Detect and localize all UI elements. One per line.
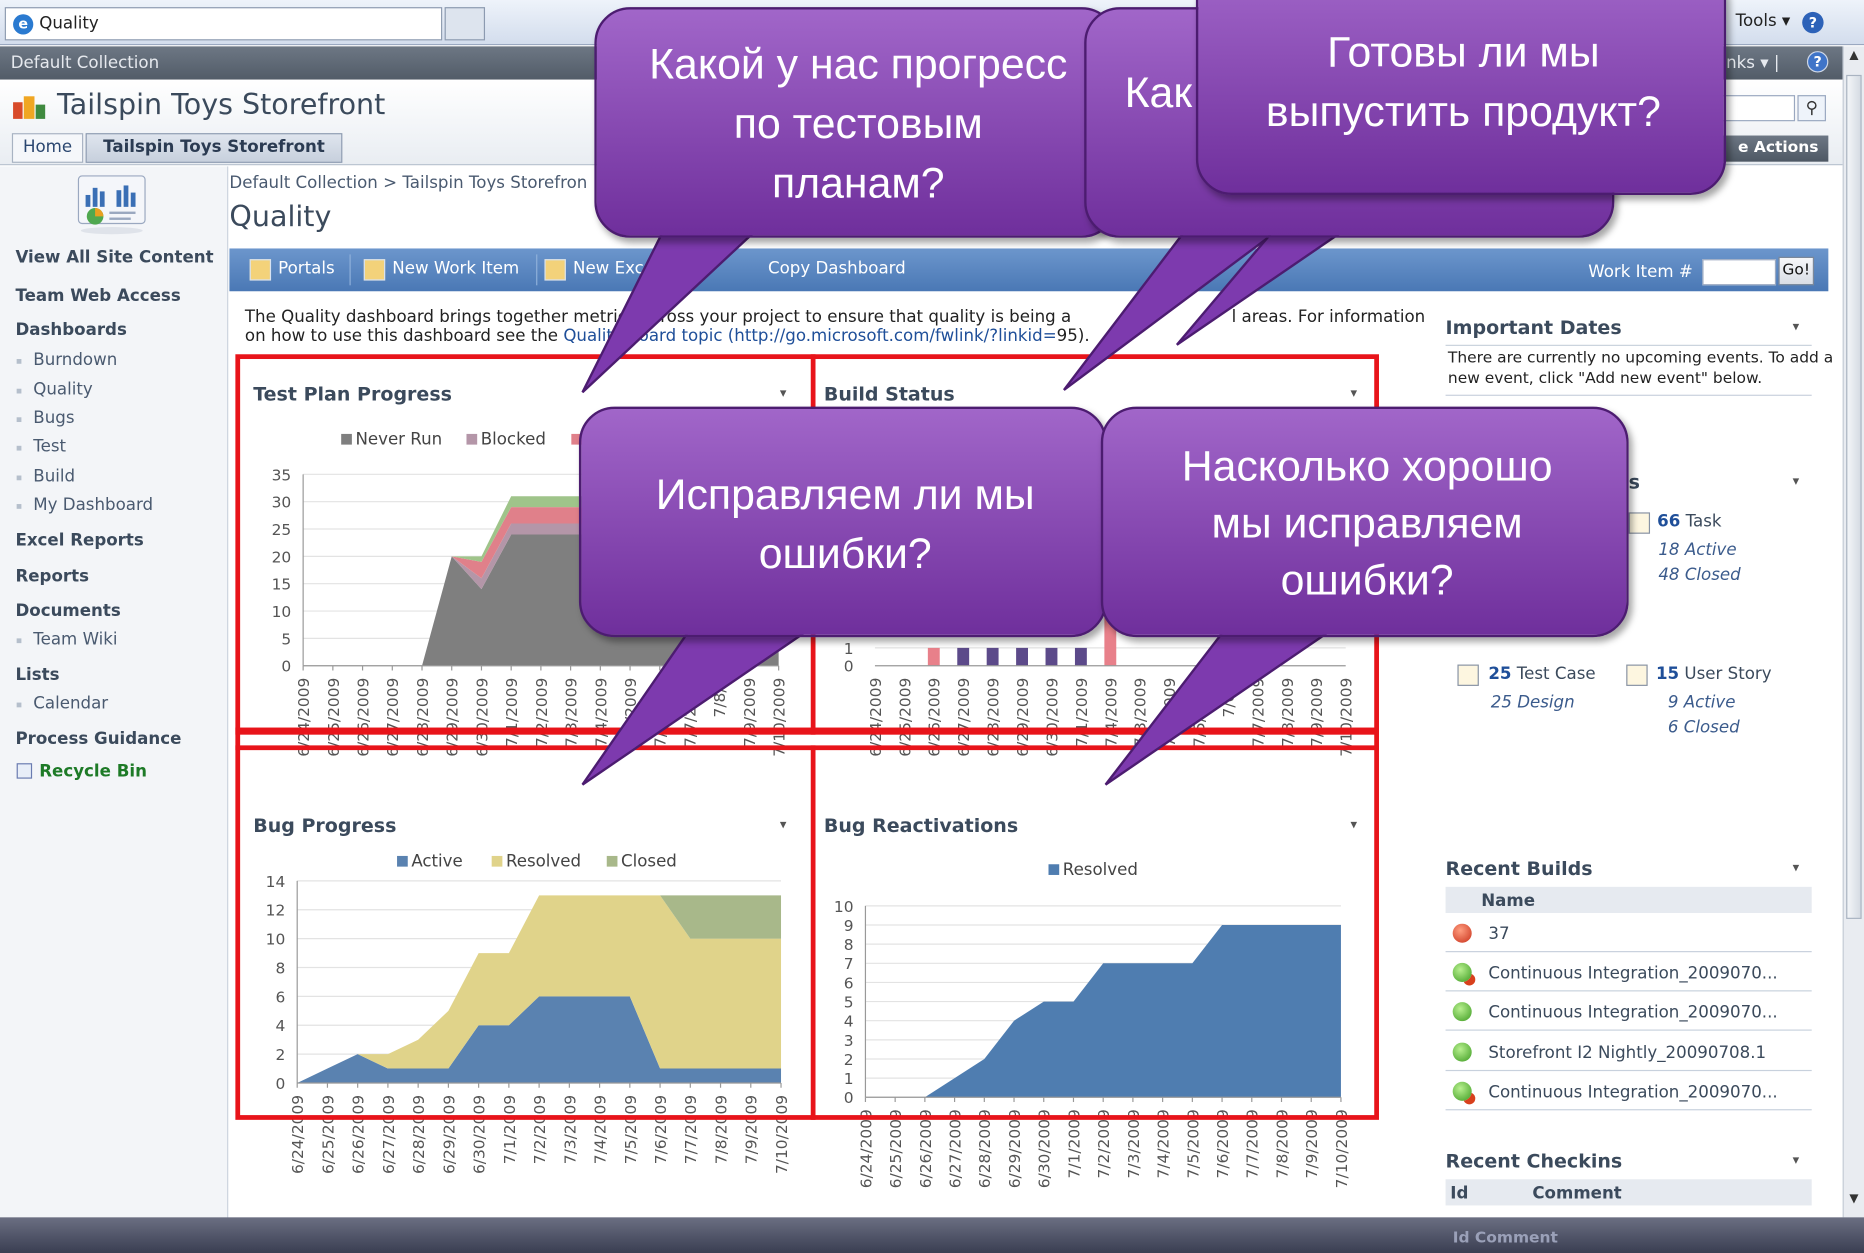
callout-tail	[1104, 628, 1336, 786]
callout-line: по тестовым	[733, 98, 983, 148]
callout-line: Готовы ли мы	[1327, 27, 1600, 77]
screenshot-stage: e Quality Tools ▾ ? Default Collection nk…	[0, 0, 1864, 1253]
callout-test-plans: Какой у нас прогресс по тестовым планам?	[594, 7, 1118, 238]
callout-tail	[1063, 224, 1288, 391]
callout-fix-quality: Насколько хорошо мы исправляем ошибки?	[1100, 406, 1629, 638]
callout-line: ошибки?	[758, 529, 932, 578]
callout-line: Какой у нас прогресс	[649, 39, 1068, 88]
callout-line: ошибки?	[1280, 555, 1454, 604]
callout-line: мы исправляем	[1211, 498, 1523, 547]
callout-line: планам?	[771, 158, 945, 207]
callout-line: выпустить продукт?	[1265, 86, 1661, 136]
callout-line: Насколько хорошо	[1181, 441, 1553, 490]
callout-tail	[581, 224, 764, 394]
callout-release-ready: Готовы ли мы выпустить продукт?	[1195, 0, 1727, 195]
callout-tail	[581, 628, 813, 786]
callout-fixing-bugs: Исправляем ли мы ошибки?	[578, 406, 1107, 638]
callout-line: Исправляем ли мы	[655, 469, 1035, 519]
